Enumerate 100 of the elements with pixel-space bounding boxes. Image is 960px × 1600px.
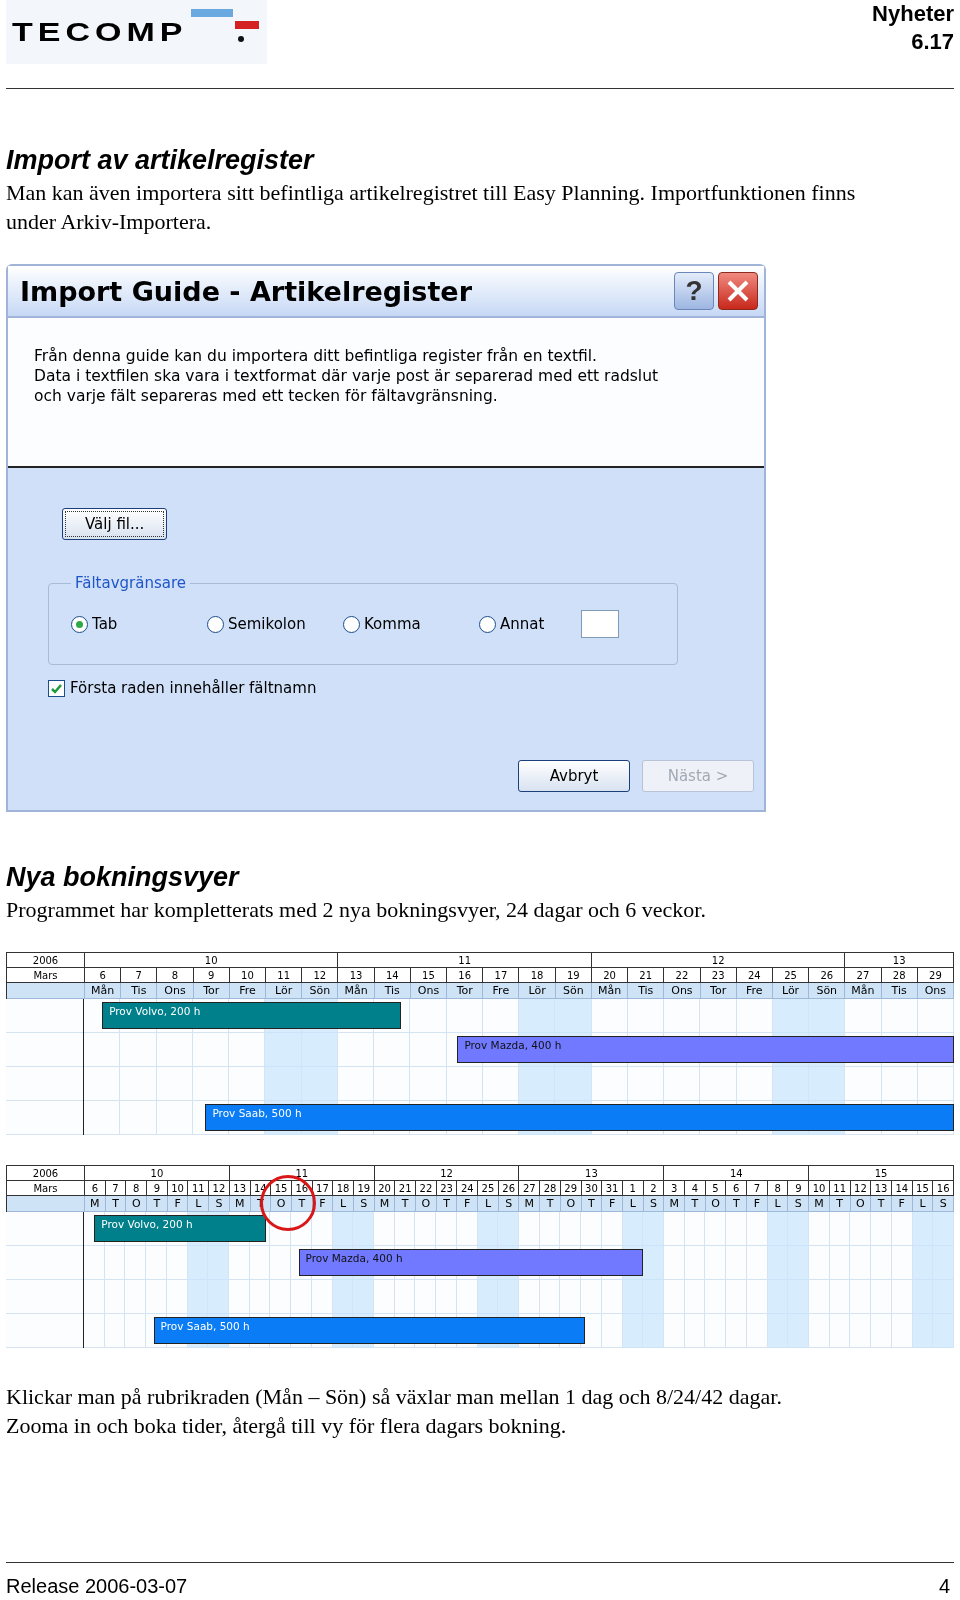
weekday-header-cell[interactable]: Ons bbox=[917, 983, 954, 999]
intro-text: Från denna guide kan du importera ditt befintliga register från en textfil. bbox=[34, 346, 598, 366]
weekday-header-cell[interactable]: O bbox=[560, 1196, 582, 1212]
weekday-header-cell[interactable]: Fre bbox=[736, 983, 773, 999]
weekday-header-cell[interactable]: L bbox=[188, 1196, 210, 1212]
weekday-header-cell[interactable]: T bbox=[147, 1196, 168, 1212]
radio-label: Komma bbox=[364, 615, 421, 633]
booking-bar[interactable]: Prov Mazda, 400 h bbox=[298, 1249, 644, 1276]
date-cell: 28 bbox=[881, 968, 918, 983]
weekday-header-cell[interactable]: Ons bbox=[157, 983, 194, 999]
close-button[interactable] bbox=[718, 272, 758, 310]
choose-file-button[interactable]: Välj fil... bbox=[62, 508, 168, 540]
weekday-header-cell[interactable]: Ons bbox=[664, 983, 701, 999]
radio-button[interactable] bbox=[207, 615, 224, 633]
intro-text: och varje fält separeras med ett tecken för fältavgränsning. bbox=[34, 386, 499, 406]
date-cell: 1 bbox=[622, 1181, 644, 1196]
weekday-header-cell[interactable]: Sön bbox=[302, 983, 339, 999]
weekday-header-cell[interactable]: L bbox=[333, 1196, 354, 1212]
booking-bar[interactable]: Prov Volvo, 200 h bbox=[94, 1215, 267, 1242]
weekday-header-cell[interactable]: Tis bbox=[374, 983, 411, 999]
weekday-header-cell[interactable]: T bbox=[436, 1196, 458, 1212]
booking-bar[interactable]: Prov Volvo, 200 h bbox=[102, 1002, 402, 1029]
weekday-header-cell[interactable]: M bbox=[229, 1196, 251, 1212]
weekday-header-cell[interactable]: F bbox=[457, 1196, 479, 1212]
weekday-header-cell[interactable]: Mån bbox=[85, 983, 122, 999]
weekday-header-cell[interactable]: S bbox=[643, 1196, 665, 1212]
weekday-header-cell[interactable]: O bbox=[850, 1196, 872, 1212]
weekday-header-cell[interactable]: Tor bbox=[447, 983, 484, 999]
weekday-header-cell[interactable]: T bbox=[105, 1196, 127, 1212]
date-cell: 25 bbox=[478, 1181, 499, 1196]
weekday-header-cell[interactable]: Lör bbox=[772, 983, 810, 999]
date-cell: 8 bbox=[767, 1181, 789, 1196]
date-cell: 15 bbox=[912, 1181, 934, 1196]
weekday-header-cell[interactable]: O bbox=[271, 1196, 292, 1212]
weekday-header-cell[interactable]: Sön bbox=[555, 983, 592, 999]
weekday-header-cell[interactable]: F bbox=[167, 1196, 189, 1212]
weekday-header-cell[interactable]: L bbox=[622, 1196, 644, 1212]
weekday-header-cell[interactable]: T bbox=[395, 1196, 417, 1212]
weekday-header-cell[interactable]: M bbox=[664, 1196, 685, 1212]
weekday-header-cell[interactable]: S bbox=[933, 1196, 954, 1212]
booking-bar[interactable]: Prov Saab, 500 h bbox=[205, 1104, 954, 1131]
weekday-header-cell[interactable]: L bbox=[912, 1196, 934, 1212]
weekday-header-cell[interactable]: O bbox=[126, 1196, 148, 1212]
help-button[interactable]: ? bbox=[674, 272, 714, 310]
weekday-header-cell[interactable]: Tis bbox=[628, 983, 665, 999]
date-cell: 17 bbox=[483, 968, 520, 983]
week-number: 12 bbox=[374, 1166, 520, 1181]
weekday-header-cell[interactable]: Tis bbox=[881, 983, 918, 999]
weekday-header-cell[interactable]: Fre bbox=[483, 983, 520, 999]
input-field[interactable] bbox=[581, 610, 619, 638]
weekday-header-cell[interactable]: Lör bbox=[519, 983, 556, 999]
weekday-header-cell[interactable]: T bbox=[871, 1196, 892, 1212]
week-number: 10 bbox=[85, 953, 339, 968]
checkbox[interactable] bbox=[48, 679, 65, 697]
weekday-header-cell[interactable]: M bbox=[374, 1196, 396, 1212]
weekday-header-cell[interactable]: Mån bbox=[338, 983, 375, 999]
weekday-header-cell[interactable]: Sön bbox=[809, 983, 846, 999]
radio-label: Annat bbox=[500, 615, 545, 633]
weekday-header-cell[interactable]: Tor bbox=[193, 983, 230, 999]
weekday-header-cell[interactable]: Tis bbox=[121, 983, 158, 999]
weekday-header-cell[interactable]: T bbox=[829, 1196, 851, 1212]
booking-bar[interactable]: Prov Saab, 500 h bbox=[153, 1317, 586, 1344]
weekday-header-cell[interactable]: T bbox=[581, 1196, 603, 1212]
weekday-header-cell[interactable]: Tor bbox=[700, 983, 737, 999]
weekday-header-cell[interactable]: F bbox=[602, 1196, 623, 1212]
weekday-header-cell[interactable]: F bbox=[312, 1196, 334, 1212]
weekday-header-cell[interactable]: L bbox=[478, 1196, 499, 1212]
date-cell: 11 bbox=[266, 968, 303, 983]
window-title: Import Guide - Artikelregister bbox=[20, 275, 473, 307]
weekday-header-cell[interactable]: M bbox=[809, 1196, 830, 1212]
weekday-header-cell[interactable]: T bbox=[685, 1196, 706, 1212]
dialog-button[interactable]: Avbryt bbox=[518, 760, 630, 792]
weekday-header-cell[interactable]: M bbox=[85, 1196, 106, 1212]
date-cell: 28 bbox=[540, 1181, 561, 1196]
week-number: 11 bbox=[338, 953, 592, 968]
radio-button[interactable] bbox=[479, 615, 496, 633]
radio-button[interactable] bbox=[71, 615, 88, 633]
booking-bar[interactable]: Prov Mazda, 400 h bbox=[457, 1036, 954, 1063]
weekday-header-cell[interactable]: O bbox=[416, 1196, 437, 1212]
weekday-header-cell[interactable]: S bbox=[788, 1196, 810, 1212]
weekday-header-cell[interactable]: Ons bbox=[410, 983, 448, 999]
date-cell: 23 bbox=[436, 1181, 458, 1196]
weekday-header-cell[interactable]: S bbox=[498, 1196, 520, 1212]
weekday-header-cell[interactable]: F bbox=[891, 1196, 913, 1212]
weekday-header-cell[interactable]: S bbox=[209, 1196, 230, 1212]
weekday-header-cell[interactable]: Mån bbox=[591, 983, 629, 999]
weekday-header-cell[interactable]: S bbox=[353, 1196, 375, 1212]
date-cell: 20 bbox=[374, 1181, 396, 1196]
weekday-header-cell[interactable]: T bbox=[291, 1196, 313, 1212]
weekday-header-cell[interactable]: T bbox=[540, 1196, 561, 1212]
weekday-header-cell[interactable]: M bbox=[519, 1196, 541, 1212]
date-cell: 10 bbox=[229, 968, 267, 983]
weekday-header-cell[interactable]: Mån bbox=[845, 983, 882, 999]
weekday-header-cell[interactable]: O bbox=[705, 1196, 727, 1212]
weekday-header-cell[interactable]: F bbox=[747, 1196, 768, 1212]
weekday-header-cell[interactable]: T bbox=[726, 1196, 748, 1212]
weekday-header-cell[interactable]: Fre bbox=[229, 983, 267, 999]
weekday-header-cell[interactable]: Lör bbox=[266, 983, 303, 999]
radio-button[interactable] bbox=[343, 615, 360, 633]
weekday-header-cell[interactable]: L bbox=[767, 1196, 789, 1212]
